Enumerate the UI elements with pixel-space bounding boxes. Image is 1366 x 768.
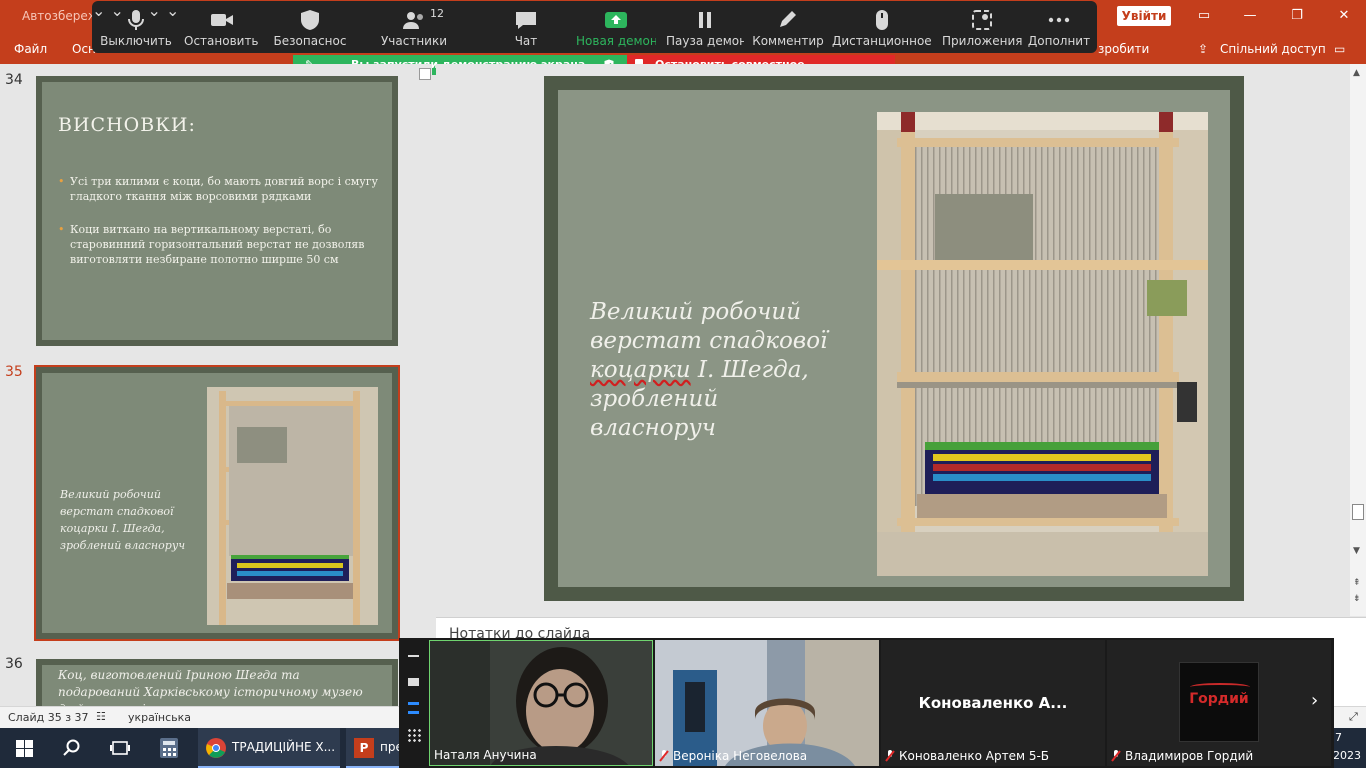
thumb-number-36: 36 (5, 656, 23, 672)
video-tile-2[interactable]: Вероніка Неговелова (655, 640, 879, 766)
muted-mic-icon (1111, 750, 1121, 762)
thumb-34-bullet-2: • Коци виткано на вертикальному верстаті,… (58, 223, 365, 266)
annotate-button[interactable]: Комментир (752, 1, 824, 53)
thumb-34-bullet-1: • Усі три килими є коци, бо мають довгий … (58, 175, 379, 203)
participant-video-2 (655, 640, 879, 766)
share-icon[interactable]: ⇪ (1198, 42, 1208, 56)
participants-icon (403, 12, 423, 29)
close-icon[interactable]: ✕ (1334, 8, 1354, 23)
participant-name: Владимиров Гордий (1111, 749, 1253, 763)
shield-icon (301, 10, 319, 30)
sign-in-button[interactable]: Увійти (1117, 6, 1171, 26)
proofing-icon[interactable]: ☷ (96, 710, 106, 723)
video-tile-active-speaker[interactable]: Наталя Анучина (429, 640, 653, 766)
minimize-gallery-icon[interactable] (408, 655, 419, 657)
security-button[interactable]: Безопаснос (272, 1, 348, 53)
pen-icon (780, 11, 796, 27)
muted-mic-icon (659, 750, 669, 762)
thumb-36-caption: Коц, виготовлений Іриною Шегда та подаро… (58, 668, 363, 706)
remote-control-button[interactable]: Дистанционное у (832, 1, 932, 53)
scroll-up-arrow-icon[interactable]: ▲ (1353, 68, 1360, 78)
taskbar-powerpoint-window[interactable]: P пре (346, 728, 403, 768)
zoom-meeting-toolbar: Выключить ⌄ Остановить в ⌄ Безопаснос Уч… (92, 1, 1097, 53)
slide-scrollbar[interactable]: ▲ ▼ ⇞ ⇟ (1350, 64, 1366, 616)
participant-avatar: Гордий (1179, 662, 1259, 742)
windows-start-icon[interactable] (16, 740, 33, 757)
slide-caption[interactable]: Великий робочий верстат спадкової коцарк… (590, 298, 850, 443)
tell-me-label[interactable]: зробити (1098, 42, 1149, 56)
video-camera-icon (211, 14, 233, 26)
zoom-video-gallery: Наталя Анучина Вероніка Неговелова Конов… (399, 638, 1334, 768)
video-tile-3[interactable]: Коноваленко А... Коноваленко Артем 5-Б (881, 640, 1105, 766)
participant-name: Вероніка Неговелова (659, 749, 807, 763)
participant-name: Коноваленко Артем 5-Б (885, 749, 1049, 763)
participant-display-name: Коноваленко А... (918, 694, 1068, 712)
powerpoint-icon: P (354, 738, 374, 758)
apps-button[interactable]: Приложения (942, 1, 1022, 53)
previous-slide-icon[interactable]: ⇞ (1353, 578, 1361, 588)
mute-button[interactable]: Выключить (100, 1, 172, 53)
microphone-icon (128, 10, 144, 30)
share-screen-icon (605, 12, 627, 28)
thumbnail-slide-36[interactable]: Коц, виготовлений Іриною Шегда та подаро… (36, 659, 398, 706)
tab-file[interactable]: Файл (14, 42, 47, 56)
slide-counter: Слайд 35 з 37 (8, 711, 89, 724)
chrome-icon (206, 738, 226, 758)
clock-date[interactable]: 2023 (1333, 749, 1361, 762)
slide-thumbnails-pane: 34 ВИСНОВКИ: • Усі три килими є коци, бо … (0, 64, 418, 706)
task-view-icon[interactable] (110, 739, 130, 757)
mouse-icon (876, 10, 888, 30)
comments-icon[interactable]: ▭ (1334, 42, 1345, 56)
clock-time[interactable]: 7 (1335, 731, 1342, 744)
more-button[interactable]: Дополнит (1026, 1, 1092, 53)
loom-photo[interactable] (877, 112, 1208, 576)
thumb-number-35: 35 (5, 364, 23, 380)
participants-count: 12 (430, 7, 444, 20)
spellcheck-word: коцарки (590, 357, 691, 383)
thumbnail-slide-34[interactable]: ВИСНОВКИ: • Усі три килими є коци, бо маю… (36, 76, 398, 346)
thumb-34-title: ВИСНОВКИ: (58, 114, 196, 136)
speaker-view-icon[interactable] (408, 678, 419, 686)
thumb-35-loom-photo (207, 387, 378, 625)
language-indicator[interactable]: українська (128, 711, 191, 724)
grid-view-icon[interactable] (407, 728, 421, 742)
calculator-icon[interactable] (160, 738, 178, 758)
ribbon-display-icon[interactable]: ▭ (1194, 8, 1214, 23)
gallery-strip-icon[interactable] (408, 702, 419, 714)
thumbnail-slide-35-selected[interactable]: Великий робочий верстат спадкової коцарк… (34, 365, 400, 641)
gallery-view-controls (399, 638, 427, 768)
minimize-icon[interactable]: — (1240, 8, 1260, 23)
taskbar-chrome-window[interactable]: ТРАДИЦІЙНЕ Х... (198, 728, 340, 768)
search-icon[interactable] (63, 739, 81, 757)
participant-name: Наталя Анучина (434, 748, 537, 762)
video-tile-4[interactable]: Гордий Владимиров Гордий (1107, 640, 1331, 766)
next-page-chevron-icon[interactable]: › (1311, 690, 1318, 711)
thumbnails-scrollbar[interactable] (418, 64, 432, 706)
avatar-text: Гордий (1189, 691, 1249, 707)
thumb-number-34: 34 (5, 72, 23, 88)
new-share-button[interactable]: Новая демон (576, 1, 656, 53)
more-dots-icon (1048, 17, 1070, 23)
muted-mic-icon (885, 750, 895, 762)
fit-to-window-icon[interactable]: ⤢ (1349, 710, 1358, 724)
slide-scroll-thumb[interactable] (1352, 504, 1364, 520)
thumb-35-caption: Великий робочий верстат спадкової коцарк… (60, 488, 186, 552)
scroll-down-arrow-icon[interactable]: ▼ (1353, 546, 1360, 556)
share-button[interactable]: Спільний доступ (1220, 42, 1326, 56)
autosave-label[interactable]: Автозбереж (22, 9, 99, 23)
next-slide-icon[interactable]: ⇟ (1353, 594, 1361, 604)
stop-video-button[interactable]: Остановить в (184, 1, 260, 53)
chat-bubble-icon (516, 12, 536, 29)
restore-icon[interactable]: ❐ (1287, 8, 1307, 23)
pause-share-button[interactable]: Пауза демон (666, 1, 744, 53)
chat-button[interactable]: Чат (488, 1, 564, 53)
thumbnails-scroll-thumb[interactable] (419, 68, 431, 80)
pause-icon (699, 12, 711, 28)
apps-icon (972, 10, 992, 30)
